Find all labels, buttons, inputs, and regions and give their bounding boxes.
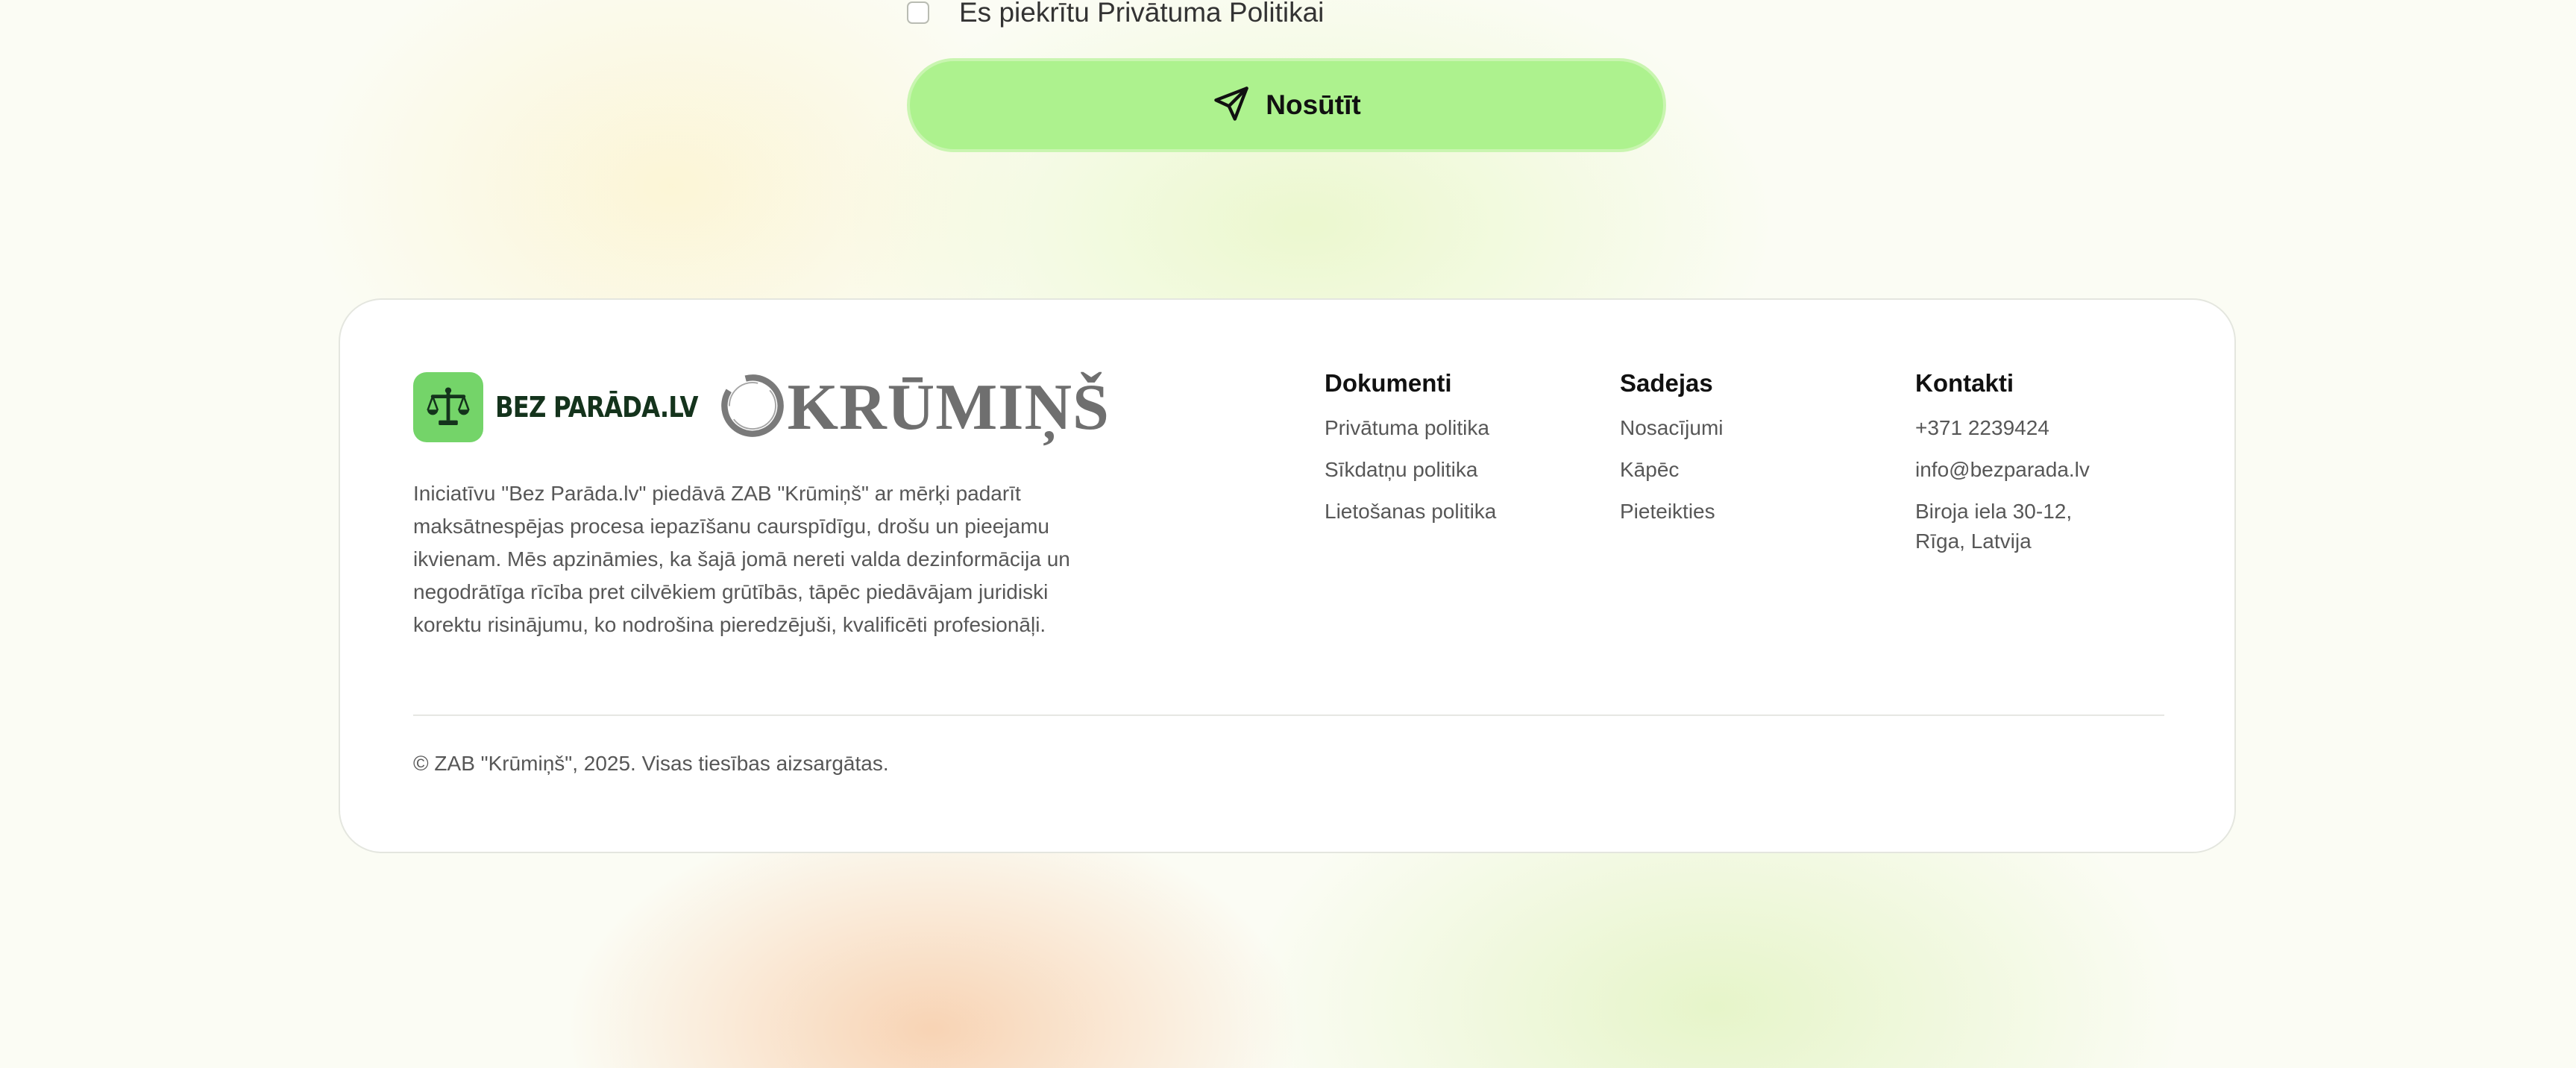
- footer-description: Iniciatīvu "Bez Parāda.lv" piedāvā ZAB "…: [413, 482, 1070, 636]
- krumins-logo[interactable]: KRŪMIŅŠ: [717, 370, 1110, 445]
- contact-email[interactable]: info@bezparada.lv: [1915, 455, 2184, 485]
- link-nosacijumi[interactable]: Nosacījumi: [1620, 413, 1888, 443]
- contact-phone[interactable]: +371 2239424: [1915, 413, 2184, 443]
- submit-button[interactable]: Nosūtīt: [907, 58, 1666, 152]
- scales-icon: [413, 372, 483, 442]
- footer-column-title: Kontakti: [1915, 369, 2014, 397]
- bezparada-logo[interactable]: BEZ PARĀDA.LV: [413, 372, 734, 442]
- ring-icon: [717, 371, 788, 445]
- privacy-consent-label[interactable]: Es piekrītu Privātuma Politikai: [959, 0, 1324, 28]
- link-sikdatnu-politika[interactable]: Sīkdatņu politika: [1325, 455, 1593, 485]
- privacy-consent: Es piekrītu Privātuma Politikai: [907, 0, 1324, 28]
- link-kapec[interactable]: Kāpēc: [1620, 455, 1888, 485]
- copyright-text: © ZAB "Krūmiņš", 2025. Visas tiesības ai…: [413, 752, 889, 775]
- footer-column-title: Dokumenti: [1325, 369, 1452, 397]
- footer-divider: [413, 714, 2164, 716]
- submit-button-label: Nosūtīt: [1266, 89, 1361, 120]
- bezparada-logo-text: BEZ PARĀDA.LV: [495, 391, 699, 424]
- contact-address-line: Rīga, Latvija: [1915, 530, 2032, 553]
- krumins-logo-text: KRŪMIŅŠ: [787, 371, 1110, 444]
- privacy-consent-checkbox[interactable]: [907, 1, 929, 24]
- footer-column-kontakti: Kontakti +371 2239424 info@bezparada.lv …: [1915, 365, 2184, 556]
- footer-column-dokumenti: Dokumenti Privātuma politika Sīkdatņu po…: [1325, 365, 1593, 527]
- contact-address: Biroja iela 30-12, Rīga, Latvija: [1915, 497, 2184, 556]
- link-pieteikties[interactable]: Pieteikties: [1620, 497, 1888, 527]
- footer-brand: BEZ PARĀDA.LV KRŪMIŅŠ: [413, 370, 1110, 445]
- site-footer: BEZ PARĀDA.LV KRŪMIŅŠ Iniciatīvu "Bez Pa…: [339, 298, 2236, 853]
- link-privatuma-politika[interactable]: Privātuma politika: [1325, 413, 1593, 443]
- send-icon: [1212, 84, 1266, 127]
- footer-column-sadejas: Sadejas Nosacījumi Kāpēc Pieteikties: [1620, 365, 1888, 527]
- link-lietosanas-politika[interactable]: Lietošanas politika: [1325, 497, 1593, 527]
- footer-column-title: Sadejas: [1620, 369, 1713, 397]
- contact-address-line: Biroja iela 30-12,: [1915, 500, 2073, 523]
